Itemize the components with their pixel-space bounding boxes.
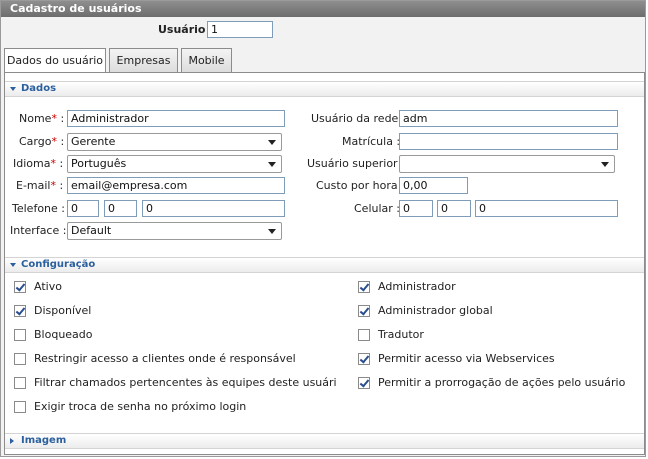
matricula-label: Matrícula :	[342, 135, 401, 148]
telefone-ddi-input[interactable]	[67, 200, 99, 217]
restringir-acesso-label: Restringir acesso a clientes onde é resp…	[34, 352, 296, 365]
celular-ddi-input[interactable]	[399, 200, 433, 217]
celular-label: Celular :	[354, 202, 400, 215]
usuario-label: Usuário :	[158, 23, 214, 36]
nome-input[interactable]	[67, 110, 285, 127]
dropdown-arrow-icon	[268, 162, 276, 167]
permitir-prorrogacao-checkbox[interactable]	[358, 377, 370, 389]
email-label: E-mail* :	[16, 179, 64, 192]
restringir-acesso-checkbox[interactable]	[14, 353, 26, 365]
usuario-superior-select[interactable]	[399, 155, 615, 173]
disponivel-label: Disponível	[34, 304, 92, 317]
administrador-label: Administrador	[378, 280, 456, 293]
celular-ddd-input[interactable]	[437, 200, 471, 217]
configuracao-section-header[interactable]: Configuração	[5, 257, 644, 273]
idioma-select[interactable]: Português	[67, 155, 282, 173]
configuracao-section-title: Configuração	[21, 259, 96, 270]
tab-empresas[interactable]: Empresas	[109, 48, 178, 73]
exigir-troca-senha-checkbox[interactable]	[14, 401, 26, 413]
collapse-triangle-icon	[10, 87, 16, 91]
tradutor-label: Tradutor	[378, 328, 424, 341]
cargo-label: Cargo* :	[19, 135, 65, 148]
cargo-select[interactable]: Gerente	[67, 133, 282, 151]
imagem-section-header[interactable]: Imagem	[5, 433, 644, 449]
idioma-label: Idioma* :	[13, 157, 64, 170]
administrador-global-label: Administrador global	[378, 304, 493, 317]
permitir-prorrogacao-label: Permitir a prorrogação de ações pelo usu…	[378, 376, 626, 389]
imagem-section-title: Imagem	[21, 435, 67, 446]
filtrar-chamados-checkbox[interactable]	[14, 377, 26, 389]
disponivel-checkbox[interactable]	[14, 305, 26, 317]
ativo-checkbox[interactable]	[14, 281, 26, 293]
tab-dados-usuario[interactable]: Dados do usuário	[4, 48, 106, 74]
administrador-global-checkbox[interactable]	[358, 305, 370, 317]
usuario-id-input[interactable]	[207, 21, 273, 38]
usuario-row: Usuário :	[1, 21, 645, 39]
telefone-ddd-input[interactable]	[104, 200, 137, 217]
bloqueado-label: Bloqueado	[34, 328, 93, 341]
exigir-troca-senha-label: Exigir troca de senha no próximo login	[34, 400, 247, 413]
bloqueado-checkbox[interactable]	[14, 329, 26, 341]
interface-label: Interface :	[10, 224, 67, 237]
collapse-triangle-icon	[10, 263, 16, 267]
tradutor-checkbox[interactable]	[358, 329, 370, 341]
user-registration-window: Cadastro de usuários Usuário : Dados do …	[0, 0, 646, 457]
ativo-label: Ativo	[34, 280, 62, 293]
permitir-webservices-checkbox[interactable]	[358, 353, 370, 365]
telefone-number-input[interactable]	[142, 200, 285, 217]
tab-mobile[interactable]: Mobile	[181, 48, 232, 73]
nome-label: Nome* :	[19, 112, 65, 125]
window-title: Cadastro de usuários	[1, 1, 645, 17]
custo-hora-label: Custo por hora :	[316, 179, 405, 192]
dados-section-header[interactable]: Dados	[5, 81, 644, 97]
filtrar-chamados-label: Filtrar chamados pertencentes às equipes…	[34, 376, 337, 389]
email-input[interactable]	[67, 177, 285, 194]
usuario-rede-input[interactable]	[399, 110, 618, 127]
usuario-rede-label: Usuário da rede :	[311, 112, 406, 125]
usuario-superior-label: Usuário superior :	[307, 157, 405, 170]
interface-select[interactable]: Default	[67, 222, 282, 240]
telefone-label: Telefone :	[12, 202, 65, 215]
permitir-webservices-label: Permitir acesso via Webservices	[378, 352, 555, 365]
dropdown-arrow-icon	[268, 229, 276, 234]
matricula-input[interactable]	[399, 133, 618, 150]
administrador-checkbox[interactable]	[358, 281, 370, 293]
custo-hora-input[interactable]	[399, 177, 468, 194]
celular-number-input[interactable]	[475, 200, 618, 217]
dropdown-arrow-icon	[601, 162, 609, 167]
expand-triangle-icon	[10, 438, 14, 444]
tab-panel: Dados Nome* : Cargo* : Gerente Idioma* :…	[4, 72, 645, 455]
dropdown-arrow-icon	[268, 140, 276, 145]
dados-section-title: Dados	[21, 83, 57, 94]
